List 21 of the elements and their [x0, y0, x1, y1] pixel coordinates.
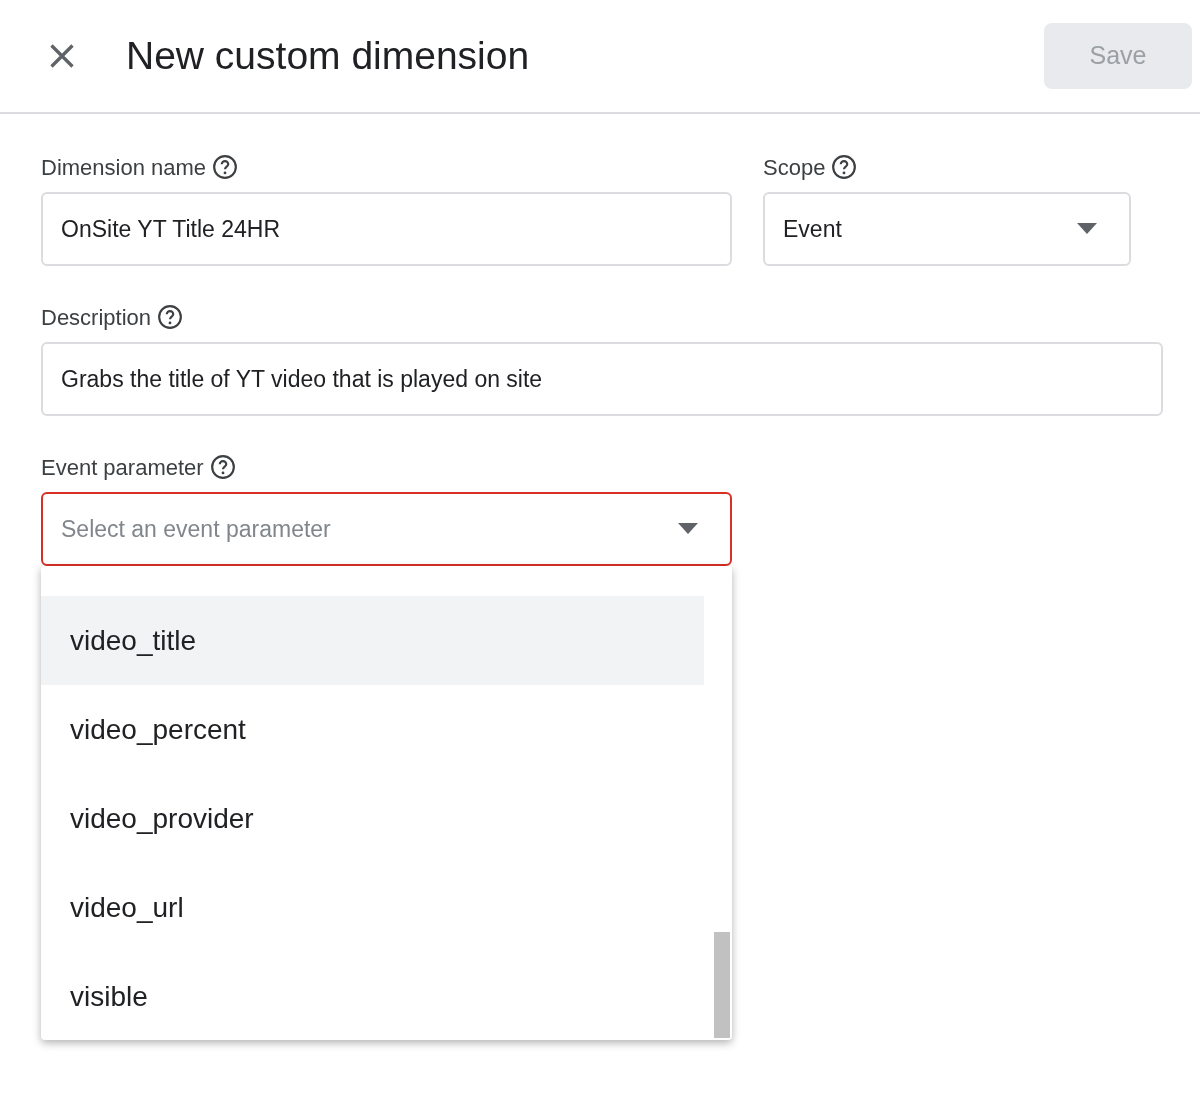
help-icon[interactable]: [157, 304, 184, 330]
dropdown-option[interactable]: video_percent: [41, 685, 704, 774]
select-field[interactable]: Select an event parameter: [41, 492, 732, 566]
dropdown-option[interactable]: video_title: [41, 596, 704, 685]
caret-icon: [678, 523, 698, 535]
field-label: Scope: [763, 153, 826, 182]
dropdown-option[interactable]: visible: [41, 952, 704, 1041]
select-field[interactable]: Event: [763, 192, 1131, 266]
dropdown-option[interactable]: video_url: [41, 863, 704, 952]
input-field[interactable]: Grabs the title of YT video that is played on site: [41, 342, 1163, 416]
dropdown-option[interactable]: video_provider: [41, 774, 704, 863]
field-label: Dimension name: [41, 153, 207, 182]
input-field[interactable]: OnSite YT Title 24HR: [41, 192, 732, 266]
help-icon[interactable]: [209, 454, 236, 480]
scrollbar-thumb[interactable]: [714, 932, 730, 1038]
field-label: Event parameter: [41, 453, 204, 482]
help-icon[interactable]: [831, 154, 858, 180]
help-icon[interactable]: [212, 154, 239, 180]
field-label: Description: [41, 303, 152, 332]
dialog-title: New custom dimension: [126, 32, 531, 79]
caret-icon: [1077, 223, 1097, 235]
